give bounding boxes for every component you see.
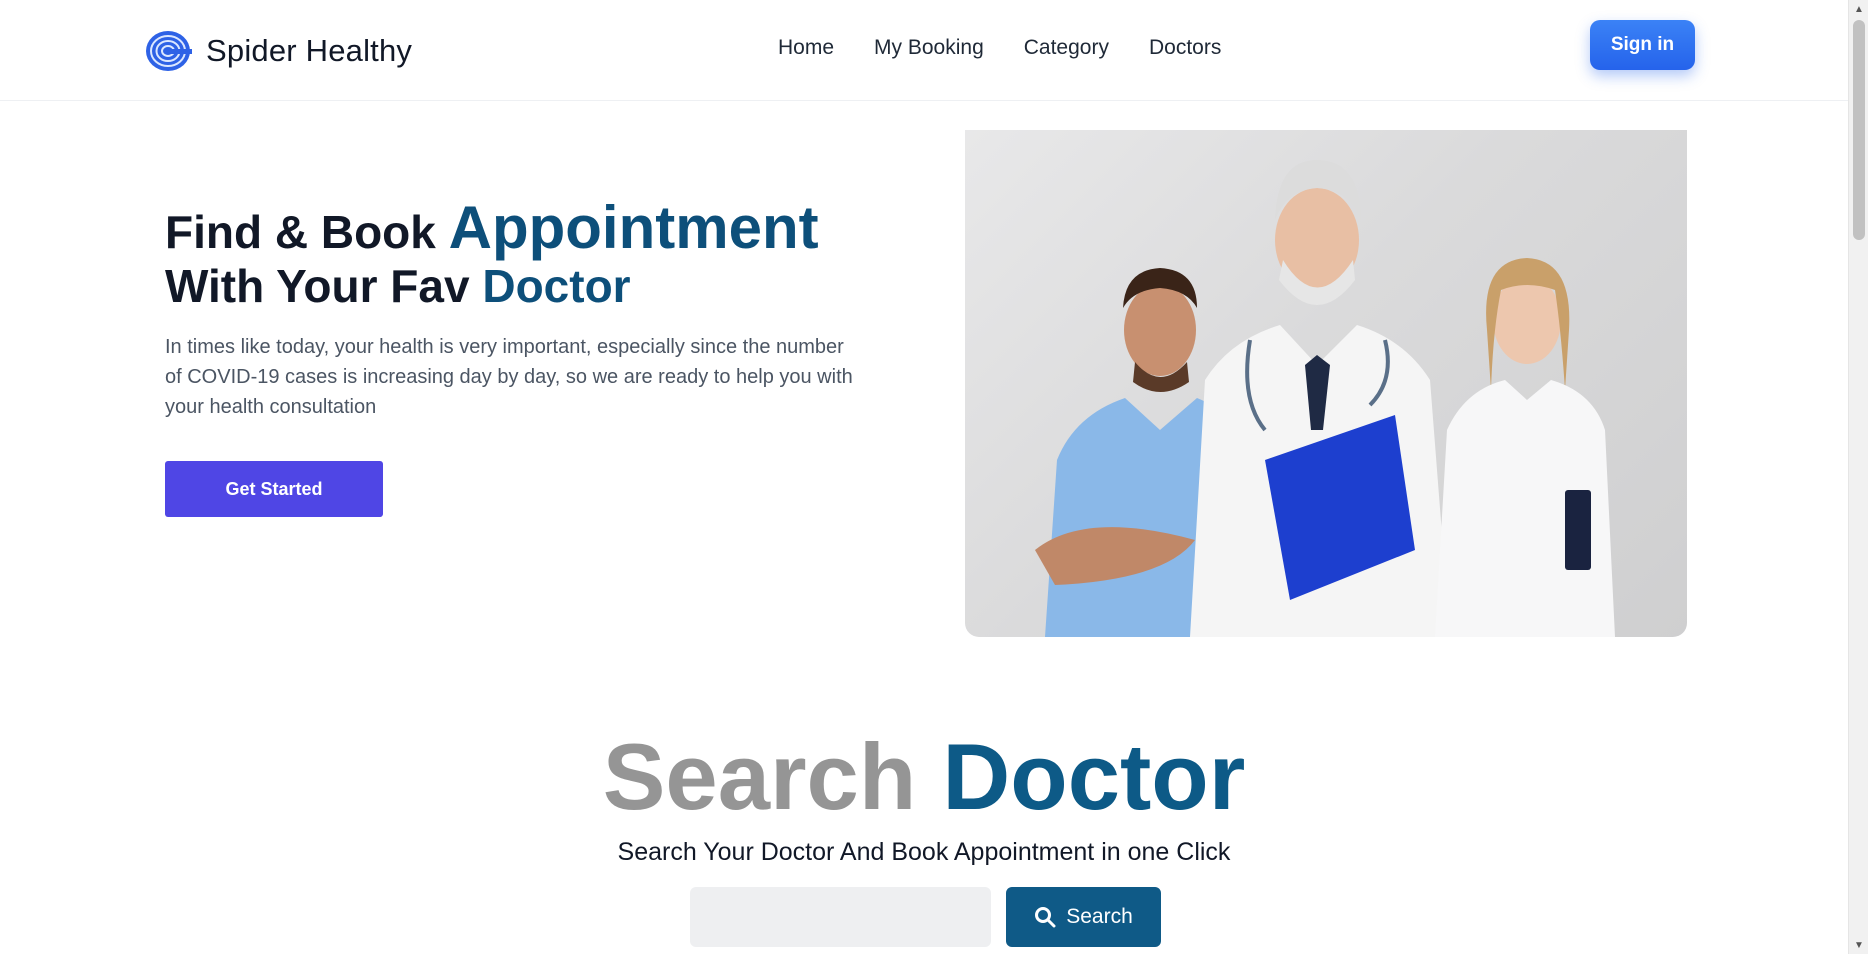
spiral-logo-icon	[146, 31, 192, 71]
nav-doctors[interactable]: Doctors	[1149, 36, 1221, 60]
doctors-team-photo	[965, 130, 1687, 637]
scroll-up-arrow-icon[interactable]: ▲	[1849, 0, 1868, 18]
brand-name: Spider Healthy	[206, 33, 413, 68]
hero-title: Find & Book Appointment With Your Fav Do…	[165, 198, 925, 313]
nav-category[interactable]: Category	[1024, 36, 1109, 60]
sign-in-button[interactable]: Sign in	[1590, 20, 1695, 70]
scrollbar-thumb[interactable]	[1853, 20, 1865, 240]
hero-title-line-2: With Your Fav Doctor	[165, 260, 925, 312]
get-started-button[interactable]: Get Started	[165, 461, 383, 517]
hero-title-highlight-1: Appointment	[448, 194, 819, 261]
nav-my-booking[interactable]: My Booking	[874, 36, 984, 60]
doctors-illustration	[1035, 160, 1615, 637]
main-nav: Home My Booking Category Doctors	[778, 36, 1221, 60]
search-subtitle: Search Your Doctor And Book Appointment …	[617, 838, 1231, 866]
search-button-label: Search	[1066, 905, 1133, 928]
scroll-down-arrow-icon[interactable]: ▼	[1849, 936, 1868, 954]
hero-title-part-2: With Your Fav	[165, 260, 483, 312]
search-heading-word-2: Doctor	[942, 724, 1246, 829]
page: Spider Healthy Home My Booking Category …	[0, 0, 1868, 954]
search-heading-word-1: Search	[602, 724, 917, 829]
hero-title-highlight-2: Doctor	[482, 260, 631, 312]
nav-home[interactable]: Home	[778, 36, 834, 60]
search-section-heading: Search Doctor	[0, 722, 1848, 832]
page-scrollbar[interactable]: ▲ ▼	[1848, 0, 1868, 954]
top-nav-bar: Spider Healthy Home My Booking Category …	[0, 0, 1848, 101]
hero-title-part-1: Find & Book	[165, 206, 449, 258]
hero-description: In times like today, your health is very…	[165, 336, 853, 418]
brand[interactable]: Spider Healthy	[144, 29, 412, 73]
hero-title-line-1: Find & Book Appointment	[165, 198, 925, 260]
search-button[interactable]: Search	[1006, 887, 1161, 947]
magnifier-icon	[1035, 907, 1056, 928]
doctor-search-input[interactable]	[690, 887, 991, 947]
